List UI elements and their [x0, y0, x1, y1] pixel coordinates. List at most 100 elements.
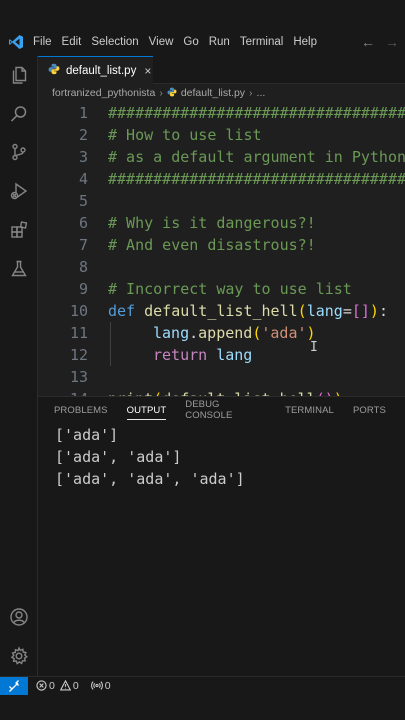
source-control-icon[interactable]	[7, 140, 31, 164]
line-number: 1	[78, 104, 88, 122]
menu-view[interactable]: View	[149, 36, 174, 48]
code-line: 1 ##################################	[38, 102, 405, 124]
account-icon[interactable]	[7, 605, 31, 629]
menu-selection[interactable]: Selection	[91, 36, 138, 48]
bracket: ]	[360, 302, 370, 320]
paren: )	[369, 302, 379, 320]
title-bar: File Edit Selection View Go Run Terminal…	[0, 28, 405, 56]
code-line: 6 # Why is it dangerous?!	[38, 212, 405, 234]
code-text: # Incorrect way to use list	[108, 280, 352, 298]
code-text: # Why is it dangerous?!	[108, 214, 316, 232]
code-text: # And even disastrous?!	[108, 236, 316, 254]
line-number: 10	[69, 302, 88, 320]
menu-terminal[interactable]: Terminal	[240, 36, 283, 48]
ports-status[interactable]: 0	[90, 679, 111, 692]
keyword-return: return	[153, 346, 208, 364]
python-file-icon	[48, 62, 60, 80]
tab-default-list-py[interactable]: default_list.py ×	[38, 56, 153, 84]
search-icon[interactable]	[7, 102, 31, 126]
settings-gear-icon[interactable]	[7, 644, 31, 668]
tab-debug-console[interactable]: DEBUG CONSOLE	[185, 397, 266, 423]
line-number: 13	[69, 368, 88, 386]
output-line: ['ada', 'ada']	[55, 448, 182, 466]
code-line: 2 # How to use list	[38, 124, 405, 146]
forward-arrow-icon[interactable]: →	[385, 34, 399, 50]
breadcrumb: fortranized_pythonista › default_list.py…	[38, 84, 405, 102]
line-number: 7	[78, 236, 88, 254]
code-text: ##################################	[108, 104, 405, 122]
code-editor[interactable]: 1 ################################## 2 #…	[38, 102, 405, 396]
menu-go[interactable]: Go	[183, 36, 198, 48]
parameter: lang	[306, 302, 343, 320]
breadcrumb-chevron-icon: ›	[159, 87, 163, 99]
mouse-ibeam-cursor-icon: I	[310, 340, 318, 355]
operator: =	[342, 302, 352, 320]
line-number: 9	[78, 280, 88, 298]
line-number: 8	[78, 258, 88, 276]
line-number: 3	[78, 148, 88, 166]
code-line: 12 return lang	[38, 344, 405, 366]
back-arrow-icon[interactable]: ←	[361, 34, 375, 50]
broadcast-icon	[90, 681, 103, 690]
code-line: 5	[38, 190, 405, 212]
function-name: default_list_hell	[144, 302, 298, 320]
code-line: 13	[38, 366, 405, 388]
run-and-debug-icon[interactable]	[7, 179, 31, 203]
bottom-panel: PROBLEMS OUTPUT DEBUG CONSOLE TERMINAL P…	[38, 396, 405, 676]
panel-tab-bar: PROBLEMS OUTPUT DEBUG CONSOLE TERMINAL P…	[38, 397, 405, 423]
code-line: 9 # Incorrect way to use list	[38, 278, 405, 300]
tab-output[interactable]: OUTPUT	[126, 397, 167, 423]
bracket: [	[351, 302, 361, 320]
code-text: ##################################	[108, 170, 405, 188]
menu-edit[interactable]: Edit	[62, 36, 82, 48]
line-number: 2	[78, 126, 88, 144]
menu-run[interactable]: Run	[209, 36, 230, 48]
output-line: ['ada']	[55, 426, 119, 444]
activity-bar	[0, 56, 38, 676]
navigation-arrows: ← →	[361, 28, 399, 56]
warning-count: 0	[72, 679, 79, 692]
extensions-icon[interactable]	[7, 218, 31, 242]
remote-connection-icon[interactable]	[0, 676, 28, 695]
problems-status[interactable]: 0 0	[36, 680, 79, 692]
line-number: 4	[78, 170, 88, 188]
menu-file[interactable]: File	[33, 36, 52, 48]
code-text: # How to use list	[108, 126, 262, 144]
code-text: lang.append('ada')	[153, 324, 316, 342]
line-number: 11	[69, 324, 88, 342]
explorer-files-icon[interactable]	[7, 63, 31, 87]
tab-ports[interactable]: PORTS	[353, 397, 386, 423]
string-literal: 'ada'	[261, 324, 307, 342]
menu-bar: File Edit Selection View Go Run Terminal…	[33, 36, 327, 48]
ports-count: 0	[104, 679, 111, 692]
method-name: append	[198, 324, 253, 342]
code-line: 8	[38, 256, 405, 278]
output-line: ['ada', 'ada', 'ada']	[55, 470, 245, 488]
close-tab-icon[interactable]: ×	[144, 64, 151, 78]
code-line: 14 print(default_list_hell())	[38, 388, 405, 396]
vscode-logo-icon[interactable]	[3, 28, 29, 56]
output-view[interactable]: ['ada'] ['ada', 'ada'] ['ada', 'ada', 'a…	[55, 424, 245, 490]
breadcrumb-folder[interactable]: fortranized_pythonista	[52, 87, 155, 99]
python-file-icon	[167, 87, 177, 100]
error-count: 0	[49, 679, 55, 692]
variable: lang	[153, 324, 190, 342]
line-number: 12	[69, 346, 88, 364]
tab-problems[interactable]: PROBLEMS	[54, 397, 108, 423]
menu-help[interactable]: Help	[293, 36, 317, 48]
code-line: 7 # And even disastrous?!	[38, 234, 405, 256]
tab-terminal[interactable]: TERMINAL	[285, 397, 334, 423]
dot: .	[189, 324, 199, 342]
code-line: 4 ##################################	[38, 168, 405, 190]
warning-icon	[59, 680, 71, 691]
breadcrumb-symbol[interactable]: ...	[257, 87, 266, 99]
line-number: 5	[78, 192, 88, 210]
variable: lang	[216, 346, 253, 364]
line-number: 6	[78, 214, 88, 232]
code-line: 10 def default_list_hell(lang=[]):	[38, 300, 405, 322]
code-line: 11 lang.append('ada')	[38, 322, 405, 344]
testing-flask-icon[interactable]	[7, 257, 31, 281]
editor-tab-bar: default_list.py ×	[38, 56, 405, 84]
colon: :	[378, 302, 388, 320]
breadcrumb-file[interactable]: default_list.py	[181, 87, 245, 99]
